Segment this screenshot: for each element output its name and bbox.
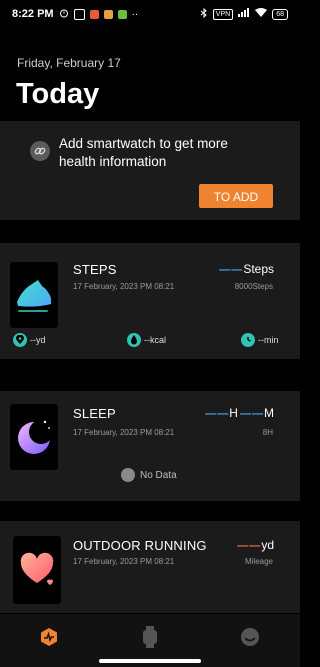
steps-title: STEPS (73, 262, 117, 277)
status-left: 8:22 PM ·· (12, 8, 138, 21)
signal-icon (238, 8, 250, 20)
wifi-icon (255, 8, 268, 20)
calories-value: --kcal (144, 335, 166, 345)
distance-value: --yd (30, 335, 46, 345)
sleep-minutes-placeholder: — — (239, 408, 263, 420)
calories-stat: --kcal (127, 333, 166, 347)
battery-indicator: 68 (272, 8, 288, 20)
alarm-icon (59, 8, 69, 21)
promo-text: Add smartwatch to get more health inform… (59, 136, 228, 169)
watch-icon (143, 626, 157, 648)
flame-icon (127, 333, 141, 347)
no-data-label: No Data (140, 469, 177, 481)
notification-app-icon (103, 9, 113, 19)
running-value-placeholder: — — (237, 540, 260, 552)
header-date: Friday, February 17 (17, 56, 121, 70)
location-icon (13, 333, 27, 347)
sleep-title: SLEEP (73, 406, 116, 421)
more-notifications-icon: ·· (131, 8, 139, 20)
link-icon (30, 141, 50, 161)
page-title: Today (16, 78, 100, 110)
steps-date: 17 February, 2023 PM 08:21 (73, 282, 175, 291)
running-value: — — yd (237, 538, 274, 552)
nav-profile[interactable] (239, 626, 261, 648)
steps-value: — — Steps (219, 262, 274, 276)
status-right: VPN 68 (200, 7, 288, 21)
status-time: 8:22 PM (12, 8, 54, 20)
sleep-goal: 8H (262, 428, 273, 437)
steps-value-placeholder: — — (219, 264, 242, 276)
heart-icon (13, 536, 61, 604)
sleep-no-data: No Data (121, 468, 177, 482)
sleep-hours-unit: H (229, 406, 238, 420)
notification-app-icon (89, 9, 99, 19)
steps-goal: 8000Steps (234, 282, 273, 291)
status-bar: 8:22 PM ·· VPN 68 (0, 0, 300, 28)
notification-app-icon (117, 9, 127, 19)
running-date: 17 February, 2023 PM 08:21 (73, 557, 175, 566)
sleep-hours-placeholder: — — (205, 408, 228, 420)
bluetooth-icon (200, 7, 208, 21)
duration-stat: --min (241, 333, 279, 347)
nav-device[interactable] (139, 626, 161, 648)
sleep-minutes-unit: M (264, 406, 274, 420)
activity-icon (41, 628, 57, 646)
duration-value: --min (258, 335, 279, 345)
notification-app-icon (73, 8, 85, 20)
running-title: OUTDOOR RUNNING (73, 538, 207, 553)
running-mileage-label: Mileage (244, 557, 273, 566)
distance-stat: --yd (13, 333, 46, 347)
profile-icon (241, 628, 259, 646)
sad-face-icon (121, 468, 135, 482)
to-add-button[interactable]: TO ADD (199, 184, 273, 208)
sleep-date: 17 February, 2023 PM 08:21 (73, 428, 175, 437)
moon-icon (10, 404, 58, 470)
vpn-badge: VPN (212, 8, 234, 20)
sneaker-icon (10, 262, 58, 328)
sleep-value: — — H — — M (205, 406, 274, 420)
steps-unit: Steps (243, 262, 274, 276)
running-unit: yd (261, 538, 274, 552)
clock-icon (241, 333, 255, 347)
home-indicator[interactable] (99, 659, 201, 663)
nav-activity[interactable] (38, 626, 60, 648)
